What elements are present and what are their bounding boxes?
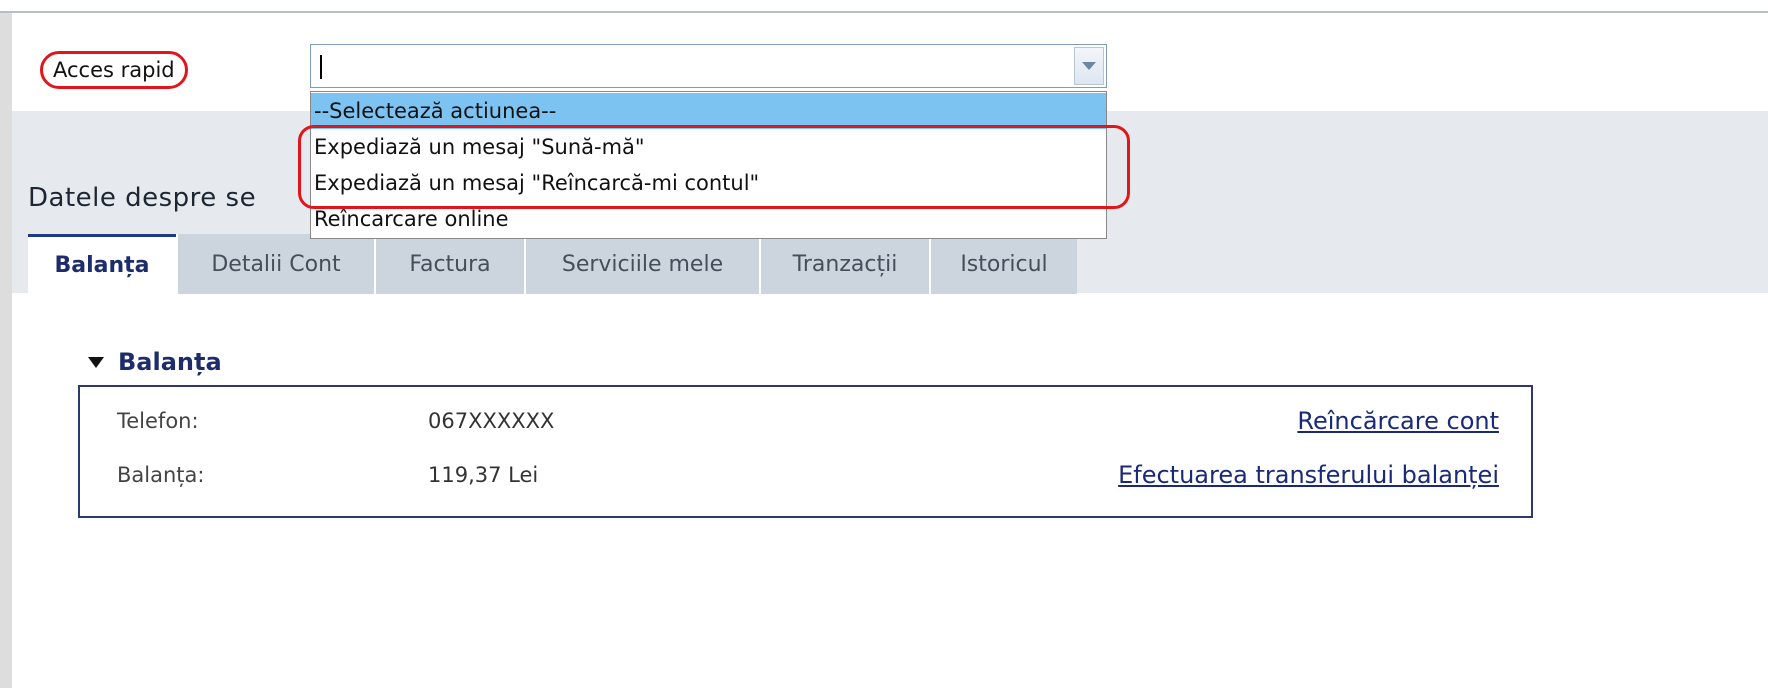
tab-factura[interactable]: Factura [374, 234, 524, 294]
dropdown-option-select-action[interactable]: --Selectează actiunea-- [311, 93, 1106, 129]
phone-value: 067XXXXXX [428, 409, 555, 433]
tab-bar: Balanța Detalii Cont Factura Serviciile … [28, 234, 1077, 294]
combo-dropdown-button[interactable] [1074, 47, 1104, 85]
tab-istoricul[interactable]: Istoricul [929, 234, 1077, 294]
tab-detalii-cont[interactable]: Detalii Cont [176, 234, 374, 294]
chevron-down-icon [1082, 62, 1096, 70]
balance-value: 119,37 Lei [428, 463, 539, 487]
quick-access-combo[interactable] [310, 44, 1107, 88]
text-cursor [320, 55, 322, 79]
quick-access-label: Acces rapid [40, 51, 188, 89]
top-divider [0, 0, 1768, 13]
left-border [0, 0, 12, 688]
balance-section-header[interactable]: Balanța [88, 348, 222, 376]
balance-label: Balanța: [117, 463, 205, 487]
tab-tranzactii[interactable]: Tranzacții [759, 234, 929, 294]
caret-down-icon[interactable] [88, 356, 104, 368]
page: Acces rapid Datele despre se Balanța Det… [0, 0, 1768, 688]
phone-label: Telefon: [117, 409, 199, 433]
recharge-account-link[interactable]: Reîncărcare cont [1297, 407, 1499, 435]
section-title: Datele despre se [28, 183, 257, 213]
balance-section-title: Balanța [118, 348, 222, 376]
balance-panel: Telefon: 067XXXXXX Reîncărcare cont Bala… [78, 385, 1533, 518]
tab-serviciile-mele[interactable]: Serviciile mele [524, 234, 759, 294]
tab-balanta[interactable]: Balanța [28, 234, 176, 294]
balance-transfer-link[interactable]: Efectuarea transferului balanței [1118, 461, 1499, 489]
highlight-annotation [298, 125, 1130, 209]
